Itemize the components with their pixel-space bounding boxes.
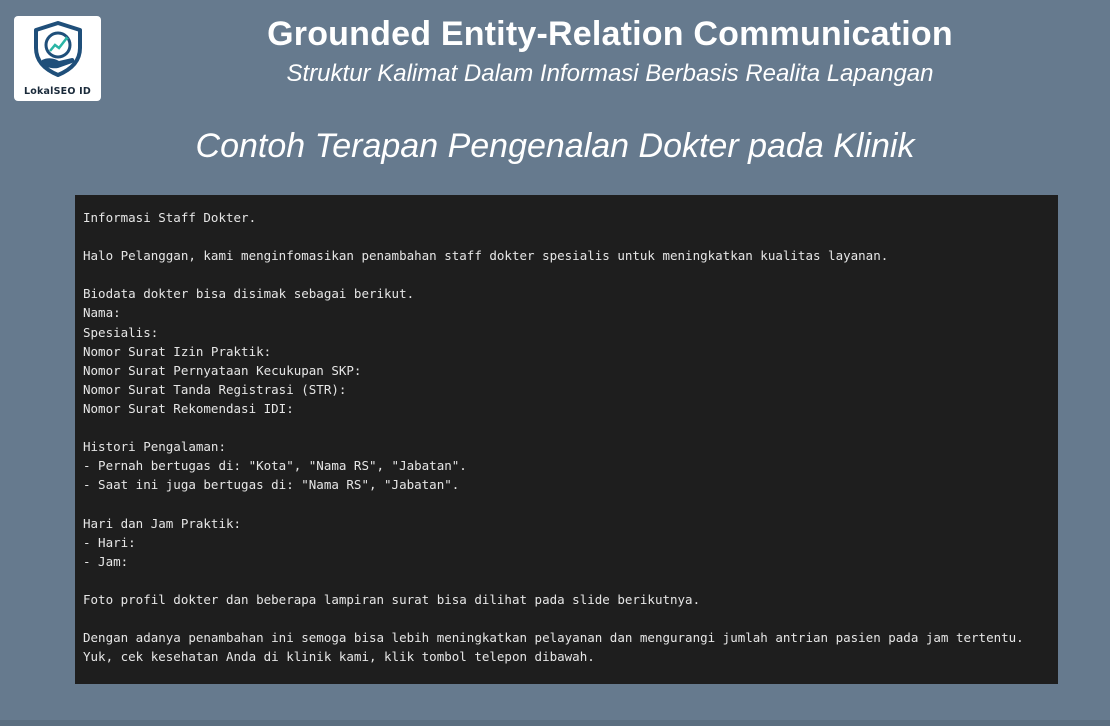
bottom-divider: [0, 720, 1110, 726]
logo-text: LokalSEO ID: [24, 86, 91, 97]
page-title: Grounded Entity-Relation Communication: [267, 15, 953, 53]
text-line: [83, 265, 1050, 284]
text-line: Biodata dokter bisa disimak sebagai beri…: [83, 286, 415, 302]
text-line: Informasi Staff Dokter.: [83, 210, 257, 225]
text-line: [83, 494, 1050, 513]
text-line: Dengan adanya penambahan ini semoga bisa…: [83, 630, 1024, 646]
text-line: - Pernah bertugas di: "Kota", "Nama RS",…: [83, 458, 467, 474]
message-text-block: Informasi Staff Dokter. Halo Pelanggan, …: [75, 195, 1058, 684]
text-line: [83, 227, 1050, 246]
text-line: Nomor Surat Rekomendasi IDI:: [83, 400, 294, 416]
text-line: Foto profil dokter dan beberapa lampiran…: [83, 591, 701, 607]
text-line: - Saat ini juga bertugas di: "Nama RS", …: [83, 477, 460, 493]
text-line: [83, 418, 1050, 437]
shield-hand-chart-icon: [28, 20, 88, 83]
text-line: Hari dan Jam Praktik:: [83, 515, 242, 531]
text-line: [83, 571, 1050, 590]
text-line: [83, 609, 1050, 628]
page-subtitle: Struktur Kalimat Dalam Informasi Berbasi…: [286, 60, 934, 87]
text-line: - Hari:: [83, 534, 136, 550]
text-line: Nama:: [83, 305, 121, 321]
text-line: Spesialis:: [83, 324, 159, 340]
text-line: Nomor Surat Izin Praktik:: [83, 343, 272, 359]
text-line: Yuk, cek kesehatan Anda di klinik kami, …: [83, 649, 595, 665]
logo: LokalSEO ID: [14, 16, 101, 101]
text-line: - Jam:: [83, 553, 129, 569]
text-line: Nomor Surat Tanda Registrasi (STR):: [83, 381, 347, 397]
text-line: Halo Pelanggan, kami menginfomasikan pen…: [83, 248, 889, 264]
text-line: Histori Pengalaman:: [83, 439, 226, 455]
section-title: Contoh Terapan Pengenalan Dokter pada Kl…: [195, 127, 915, 165]
text-line: Nomor Surat Pernyataan Kecukupan SKP:: [83, 362, 362, 378]
